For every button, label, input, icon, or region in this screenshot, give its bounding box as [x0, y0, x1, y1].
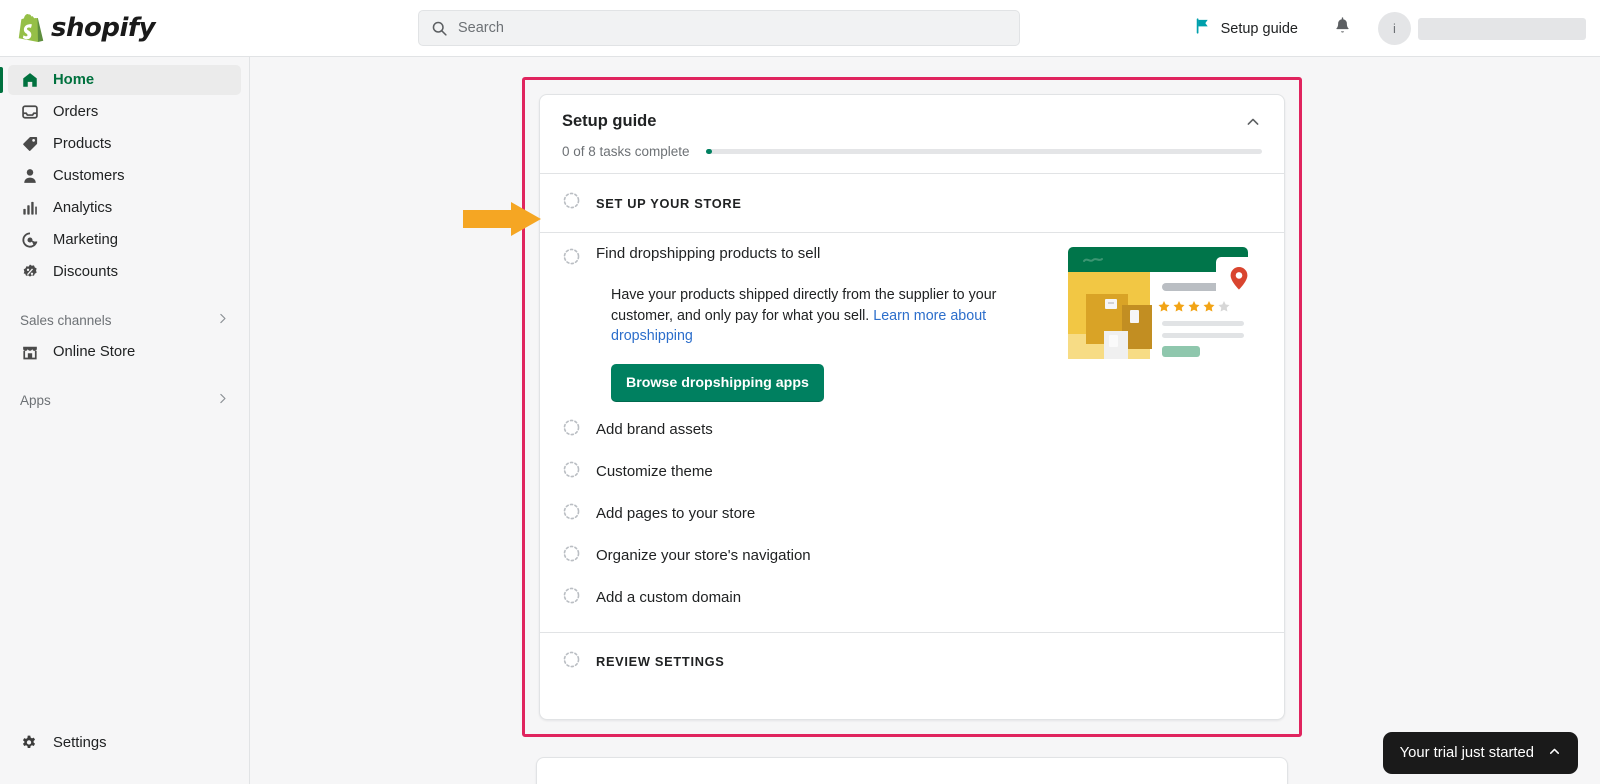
task-row-add-custom-domain[interactable]: Add a custom domain	[540, 578, 1284, 618]
task-description: Have your products shipped directly from…	[611, 285, 1011, 347]
shopify-wordmark: shopify	[51, 13, 156, 43]
expanded-task-find-dropshipping-products: Find dropshipping products to sell Have …	[540, 233, 1284, 408]
megaphone-cursor-icon	[20, 230, 40, 250]
collapse-setup-guide-button[interactable]	[1240, 111, 1266, 137]
task-row-add-pages[interactable]: Add pages to your store	[540, 494, 1284, 534]
progress-label: 0 of 8 tasks complete	[562, 144, 690, 159]
sidebar-item-home[interactable]: Home	[0, 65, 241, 95]
dashed-circle-icon	[562, 247, 581, 271]
home-icon	[20, 70, 40, 90]
top-bar-actions: Setup guide i	[1184, 0, 1600, 57]
sidebar-item-label: Analytics	[53, 200, 113, 216]
setup-guide-highlight: Setup guide 0 of 8 tasks complete SET UP…	[522, 77, 1302, 737]
setup-guide-button[interactable]: Setup guide	[1184, 11, 1308, 46]
setup-guide-label: Setup guide	[1220, 20, 1298, 37]
task-body: Have your products shipped directly from…	[611, 285, 1011, 402]
dashed-circle-icon	[562, 502, 581, 526]
task-label: Add pages to your store	[596, 505, 756, 522]
avatar[interactable]: i	[1378, 12, 1411, 45]
dashed-circle-icon	[562, 650, 581, 674]
storefront-icon	[20, 342, 40, 362]
sidebar-item-customers[interactable]: Customers	[8, 161, 241, 191]
sidebar-item-discounts[interactable]: Discounts	[8, 257, 241, 287]
arrow-right-annotation-icon	[463, 200, 543, 238]
avatar-initial: i	[1393, 21, 1396, 36]
task-row-add-brand-assets[interactable]: Add brand assets	[540, 410, 1284, 450]
person-icon	[20, 166, 40, 186]
dashed-circle-icon	[562, 544, 581, 568]
notifications-button[interactable]	[1324, 11, 1360, 47]
browse-dropshipping-apps-button[interactable]: Browse dropshipping apps	[611, 363, 824, 402]
dashed-circle-icon	[562, 191, 581, 215]
setup-guide-header: Setup guide 0 of 8 tasks complete	[540, 95, 1284, 173]
sidebar-section-label: Apps	[20, 392, 51, 408]
section-label: REVIEW SETTINGS	[596, 654, 725, 669]
shopify-logo[interactable]: shopify	[0, 0, 250, 57]
section-review-settings[interactable]: REVIEW SETTINGS	[540, 633, 1284, 691]
progress-row: 0 of 8 tasks complete	[562, 144, 1262, 159]
discount-percent-icon	[20, 262, 40, 282]
dropshipping-store-illustration	[1058, 239, 1262, 372]
sidebar: Home Orders Products Customers Analytics…	[0, 57, 250, 784]
shopify-bag-icon	[18, 13, 44, 43]
sidebar-item-online-store[interactable]: Online Store	[8, 337, 241, 367]
sidebar-item-label: Products	[53, 136, 112, 152]
section-label: SET UP YOUR STORE	[596, 195, 742, 211]
sidebar-item-label: Home	[53, 72, 95, 88]
next-card-below	[536, 757, 1288, 784]
top-bar: shopify Setup guide	[0, 0, 1600, 57]
task-label: Organize your store's navigation	[596, 547, 811, 564]
page-title: Setup guide	[562, 112, 657, 130]
sidebar-item-marketing[interactable]: Marketing	[8, 225, 241, 255]
section-set-up-your-store[interactable]: SET UP YOUR STORE	[540, 174, 1284, 232]
chevron-up-icon	[1245, 114, 1261, 135]
sidebar-item-settings[interactable]: Settings	[0, 728, 250, 758]
main-content: Setup guide 0 of 8 tasks complete SET UP…	[250, 57, 1600, 784]
orders-inbox-icon	[20, 102, 40, 122]
task-row-customize-theme[interactable]: Customize theme	[540, 452, 1284, 492]
flag-icon	[1194, 17, 1212, 40]
chevron-right-icon	[216, 392, 229, 408]
task-title: Find dropshipping products to sell	[596, 245, 821, 262]
dashed-circle-icon	[562, 460, 581, 484]
sidebar-item-analytics[interactable]: Analytics	[8, 193, 241, 223]
search-box[interactable]	[418, 10, 1020, 46]
sidebar-section-sales-channels[interactable]: Sales channels	[8, 305, 241, 335]
chevron-up-icon	[1548, 745, 1561, 762]
dashed-circle-icon	[562, 586, 581, 610]
sidebar-item-label: Orders	[53, 104, 99, 120]
search-input[interactable]	[458, 20, 1007, 36]
task-label: Add a custom domain	[596, 589, 742, 606]
sidebar-item-label: Discounts	[53, 264, 118, 280]
sidebar-item-products[interactable]: Products	[8, 129, 241, 159]
product-tag-icon	[20, 134, 40, 154]
chevron-right-icon	[216, 312, 229, 328]
sidebar-item-label: Online Store	[53, 344, 136, 360]
task-row-organize-navigation[interactable]: Organize your store's navigation	[540, 536, 1284, 576]
progress-bar	[705, 149, 1262, 154]
sidebar-item-orders[interactable]: Orders	[8, 97, 241, 127]
sidebar-item-label: Marketing	[53, 232, 118, 248]
setup-guide-card: Setup guide 0 of 8 tasks complete SET UP…	[539, 94, 1285, 720]
store-name-placeholder[interactable]	[1418, 17, 1586, 40]
toast-label: Your trial just started	[1399, 745, 1534, 761]
sidebar-item-label: Customers	[53, 168, 125, 184]
bar-chart-icon	[20, 198, 40, 218]
sidebar-section-apps[interactable]: Apps	[8, 385, 241, 415]
bell-icon	[1333, 16, 1352, 41]
trial-status-toast[interactable]: Your trial just started	[1382, 732, 1578, 774]
task-label: Customize theme	[596, 463, 713, 480]
search-container	[418, 10, 1020, 46]
gear-icon	[20, 734, 40, 752]
progress-bar-fill	[705, 149, 712, 154]
task-label: Add brand assets	[596, 421, 713, 438]
sidebar-section-label: Sales channels	[20, 312, 112, 328]
dashed-circle-icon	[562, 418, 581, 442]
search-icon	[431, 20, 448, 37]
sidebar-item-label: Settings	[53, 735, 107, 751]
